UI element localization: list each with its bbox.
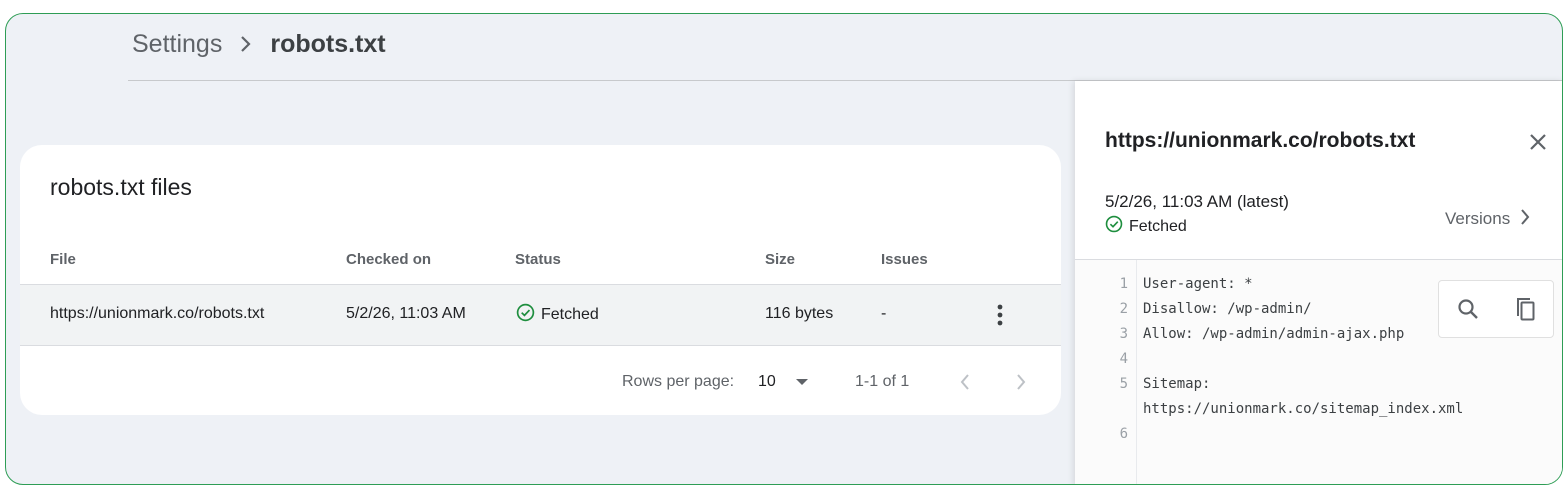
code-line: Disallow: /wp-admin/ bbox=[1143, 301, 1312, 317]
row-status: Fetched bbox=[516, 303, 599, 327]
rows-per-page-label: Rows per page: bbox=[622, 373, 735, 390]
panel-title: https://unionmark.co/robots.txt bbox=[1105, 129, 1416, 152]
code-toolbar bbox=[1438, 280, 1554, 338]
search-icon[interactable] bbox=[1453, 294, 1483, 324]
card-title: robots.txt files bbox=[50, 174, 192, 200]
line-number: 4 bbox=[1119, 351, 1128, 367]
robots-detail-panel: https://unionmark.co/robots.txt 5/2/26, … bbox=[1075, 81, 1562, 484]
page-range: 1-1 of 1 bbox=[855, 373, 910, 390]
rows-per-page-select[interactable]: 10 bbox=[758, 373, 776, 391]
breadcrumb-settings[interactable]: Settings bbox=[132, 30, 222, 59]
chevron-right-icon bbox=[1520, 208, 1530, 230]
row-issues: - bbox=[881, 305, 887, 322]
column-status: Status bbox=[515, 251, 561, 268]
check-circle-icon bbox=[1105, 215, 1123, 238]
check-circle-icon bbox=[516, 303, 535, 327]
table-header: File Checked on Status Size Issues bbox=[20, 248, 1061, 274]
breadcrumb: Settings robots.txt bbox=[132, 28, 386, 60]
chevron-right-icon[interactable] bbox=[1007, 367, 1035, 397]
line-number: 6 bbox=[1119, 426, 1128, 442]
code-line: Allow: /wp-admin/admin-ajax.php bbox=[1143, 326, 1405, 342]
more-vert-icon[interactable] bbox=[988, 301, 1012, 329]
line-number: 2 bbox=[1119, 301, 1128, 317]
line-number: 1 bbox=[1119, 276, 1128, 292]
version-date: 5/2/26, 11:03 AM (latest) bbox=[1105, 192, 1289, 211]
code-line: User-agent: * bbox=[1143, 276, 1253, 292]
row-file: https://unionmark.co/robots.txt bbox=[50, 305, 265, 322]
robots-files-card: robots.txt files File Checked on Status … bbox=[20, 145, 1061, 415]
line-gutter: 1 2 3 4 5 6 bbox=[1075, 260, 1137, 484]
version-status-label: Fetched bbox=[1129, 217, 1187, 235]
versions-button[interactable]: Versions bbox=[1445, 208, 1530, 230]
breadcrumb-current: robots.txt bbox=[270, 29, 386, 58]
table-row[interactable]: https://unionmark.co/robots.txt 5/2/26, … bbox=[20, 284, 1061, 346]
row-checked-on: 5/2/26, 11:03 AM bbox=[346, 305, 466, 322]
column-issues: Issues bbox=[881, 251, 928, 268]
line-number: 3 bbox=[1119, 326, 1128, 342]
row-size: 116 bytes bbox=[765, 305, 834, 322]
code-viewer: 1 2 3 4 5 6 User-agent: * Disallow: /wp-… bbox=[1075, 260, 1562, 484]
pagination: Rows per page: 10 1-1 of 1 bbox=[20, 367, 1061, 397]
column-size: Size bbox=[765, 251, 796, 268]
column-file: File bbox=[50, 251, 76, 268]
versions-label: Versions bbox=[1445, 209, 1511, 228]
line-number: 5 bbox=[1119, 376, 1128, 392]
code-line: Sitemap: bbox=[1143, 376, 1211, 392]
chevron-left-icon[interactable] bbox=[951, 367, 979, 397]
app-frame: Settings robots.txt robots.txt files Fil… bbox=[5, 13, 1563, 485]
dropdown-arrow-icon[interactable] bbox=[788, 367, 816, 397]
column-checked-on: Checked on bbox=[346, 251, 432, 268]
code-line: https://unionmark.co/sitemap_index.xml bbox=[1143, 401, 1464, 417]
row-status-label: Fetched bbox=[541, 306, 599, 323]
copy-icon[interactable] bbox=[1510, 294, 1540, 324]
chevron-right-icon bbox=[228, 33, 264, 55]
close-icon[interactable] bbox=[1525, 129, 1551, 155]
version-status: Fetched bbox=[1105, 215, 1187, 238]
